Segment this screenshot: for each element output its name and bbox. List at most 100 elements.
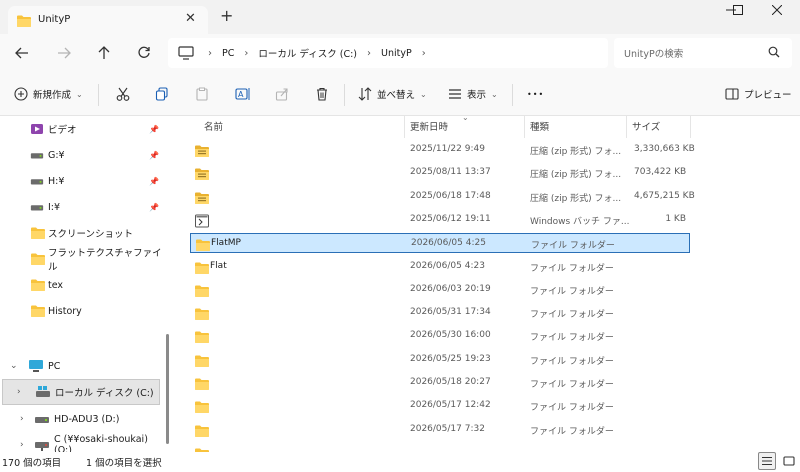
refresh-button[interactable]: [134, 43, 154, 63]
folder-icon: [194, 354, 210, 368]
file-date: 2026/06/03 20:19: [410, 283, 491, 294]
system-drive-icon: [36, 386, 50, 397]
search-input[interactable]: UnityPの検索: [614, 38, 792, 68]
drive-icon: [30, 174, 44, 188]
chevron-right-icon[interactable]: ›: [20, 414, 24, 424]
sidebar-item-label: History: [48, 305, 82, 317]
folder-icon: [16, 14, 32, 28]
cut-button[interactable]: [116, 84, 130, 104]
sidebar-item-hd-adu3[interactable]: › HD-ADU3 (D:): [0, 406, 168, 432]
file-date: 2026/05/25 19:23: [410, 353, 491, 364]
file-size: 4,675,215 KB: [634, 190, 695, 201]
file-row[interactable]: 2026/05/30 16:00 ファイル フォルダー: [190, 326, 690, 346]
file-type: Windows バッチ ファ...: [530, 216, 630, 227]
view-list-icon: [449, 89, 461, 99]
zip-folder-icon: [194, 144, 210, 158]
chevron-right-icon[interactable]: ›: [422, 48, 426, 59]
chevron-down-icon[interactable]: ⌄: [10, 361, 18, 371]
breadcrumb-unityp[interactable]: UnityP: [381, 48, 412, 59]
sidebar-item-local-disk-c[interactable]: › ローカル ディスク (C:): [2, 379, 160, 405]
delete-button[interactable]: [315, 84, 329, 104]
tab-unityp[interactable]: UnityP ✕: [8, 6, 208, 34]
sort-button[interactable]: 並べ替え ⌄: [358, 84, 427, 104]
new-button[interactable]: 新規作成 ⌄: [14, 84, 83, 104]
folder-icon: [30, 304, 46, 318]
file-row[interactable]: 2025/11/22 9:49 圧縮 (zip 形式) フォ... 3,330,66…: [190, 140, 695, 160]
file-date: 2025/06/12 19:11: [410, 213, 491, 224]
file-row[interactable]: 2026/05/31 17:34 ファイル フォルダー: [190, 303, 690, 323]
file-row[interactable]: 2026/05/17 12:42 ファイル フォルダー: [190, 396, 690, 416]
close-window-button[interactable]: [754, 0, 800, 26]
file-row[interactable]: 2026/05/25 19:23 ファイル フォルダー: [190, 350, 690, 370]
chevron-right-icon: ›: [367, 47, 371, 59]
sidebar-item-history[interactable]: History: [0, 298, 168, 324]
file-type: ファイル フォルダー: [530, 403, 614, 414]
drive-icon: [30, 148, 44, 162]
forward-button[interactable]: [54, 43, 74, 63]
tab-title: UnityP: [38, 14, 71, 25]
back-button[interactable]: [12, 43, 32, 63]
rename-button[interactable]: A: [235, 84, 251, 104]
sidebar-item-g-drive[interactable]: G:¥ 📌: [0, 142, 168, 168]
share-button[interactable]: [275, 84, 289, 104]
sidebar-item-flat-texture[interactable]: フラットテクスチャファイル: [0, 246, 168, 273]
new-tab-button[interactable]: +: [220, 8, 233, 24]
file-date: 2026/05/30 16:00: [410, 330, 491, 341]
file-date: 2026/05/17 7:32: [410, 423, 485, 434]
column-header-size[interactable]: サイズ: [632, 116, 660, 134]
sidebar-item-pc[interactable]: ⌄ PC: [0, 353, 168, 379]
sidebar-item-screenshots[interactable]: スクリーンショット: [0, 220, 168, 246]
file-row[interactable]: FlatMP 2026/06/05 4:25 ファイル フォルダー: [190, 233, 690, 254]
file-row[interactable]: 2025/06/18 17:48 圧縮 (zip 形式) フォ... 4,675,2…: [190, 187, 695, 207]
column-divider[interactable]: [626, 116, 627, 138]
up-button[interactable]: [94, 43, 114, 63]
breadcrumb-pc[interactable]: PC: [222, 48, 234, 59]
folder-icon: [30, 278, 46, 292]
sidebar-item-video[interactable]: ビデオ 📌: [0, 116, 168, 142]
file-row[interactable]: 2025/08/11 13:37 圧縮 (zip 形式) フォ... 703,422…: [190, 163, 690, 183]
file-row[interactable]: 2026/06/03 20:19 ファイル フォルダー: [190, 280, 690, 300]
details-view-button[interactable]: [758, 452, 776, 470]
chevron-right-icon[interactable]: ›: [20, 440, 24, 450]
column-header-type[interactable]: 種類: [530, 116, 549, 134]
search-icon: [768, 46, 780, 58]
column-header-date[interactable]: 更新日時: [410, 116, 448, 134]
column-divider[interactable]: [690, 116, 691, 138]
file-row[interactable]: 2026/05/18 20:27 ファイル フォルダー: [190, 373, 690, 393]
address-bar[interactable]: › PC › ローカル ディスク (C:) › UnityP ›: [168, 38, 608, 68]
column-divider[interactable]: [524, 116, 525, 138]
chevron-right-icon[interactable]: ›: [17, 387, 21, 397]
sidebar-item-i-drive[interactable]: I:¥ 📌: [0, 194, 168, 220]
divider: [344, 84, 345, 106]
title-bar: UnityP ✕ +: [0, 0, 800, 34]
maximize-button[interactable]: [718, 0, 758, 26]
file-name: Flat: [210, 260, 227, 271]
file-row[interactable]: 2025/06/12 19:11 Windows バッチ ファ... 1 KB: [190, 210, 690, 230]
file-type: ファイル フォルダー: [530, 286, 614, 297]
tiles-view-button[interactable]: [780, 452, 798, 470]
plus-circle-icon: [14, 87, 28, 101]
file-row[interactable]: 2026/05/17 7:32 ファイル フォルダー: [190, 420, 690, 440]
file-date: 2025/08/11 13:37: [410, 167, 491, 178]
drive-icon: [30, 200, 44, 214]
folder-icon: [194, 307, 210, 321]
paste-button[interactable]: [195, 84, 209, 104]
preview-pane-button[interactable]: プレビュー: [725, 84, 792, 104]
sidebar-item-h-drive[interactable]: H:¥ 📌: [0, 168, 168, 194]
more-options-button[interactable]: •••: [527, 84, 544, 104]
breadcrumb-local-disk[interactable]: ローカル ディスク (C:): [258, 46, 357, 60]
view-button[interactable]: 表示 ⌄: [448, 84, 498, 104]
folder-icon: [195, 238, 211, 252]
sidebar-item-tex[interactable]: tex: [0, 272, 168, 298]
copy-button[interactable]: [155, 84, 169, 104]
chevron-down-icon: ⌄: [491, 89, 498, 99]
navigation-bar: › PC › ローカル ディスク (C:) › UnityP › UnityPの…: [0, 34, 800, 72]
sidebar-scrollbar[interactable]: [166, 334, 169, 444]
column-divider[interactable]: [404, 116, 405, 138]
divider: [98, 84, 99, 106]
pin-icon: 📌: [149, 150, 159, 160]
column-header-name[interactable]: 名前: [204, 116, 223, 134]
maximize-icon: [733, 5, 743, 15]
tab-close-icon[interactable]: ✕: [185, 11, 196, 26]
file-row[interactable]: Flat 2026/06/05 4:23 ファイル フォルダー: [190, 257, 690, 277]
